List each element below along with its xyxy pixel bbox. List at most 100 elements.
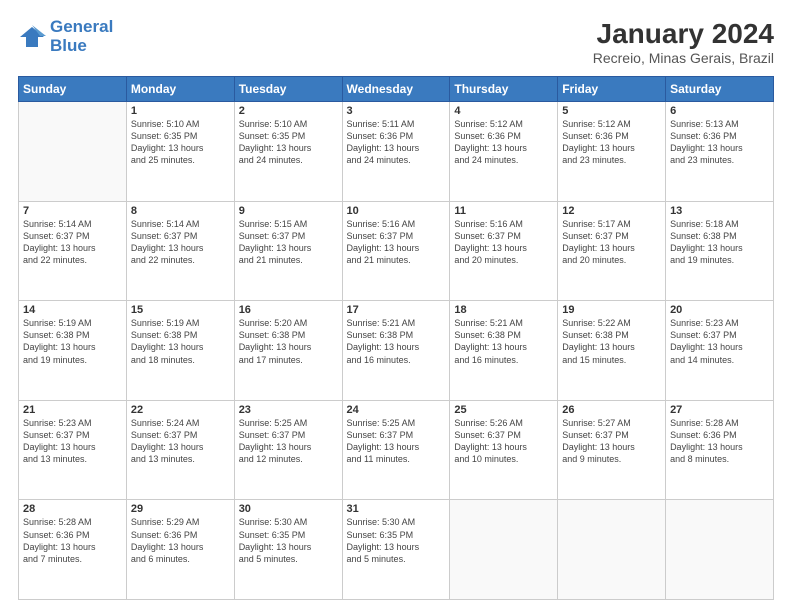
calendar-cell: 31Sunrise: 5:30 AM Sunset: 6:35 PM Dayli… xyxy=(342,500,450,600)
day-number: 22 xyxy=(131,404,230,416)
calendar-cell: 23Sunrise: 5:25 AM Sunset: 6:37 PM Dayli… xyxy=(234,400,342,500)
day-info: Sunrise: 5:10 AM Sunset: 6:35 PM Dayligh… xyxy=(239,118,338,167)
day-number: 12 xyxy=(562,205,661,217)
day-number: 1 xyxy=(131,105,230,117)
calendar-week-row: 28Sunrise: 5:28 AM Sunset: 6:36 PM Dayli… xyxy=(19,500,774,600)
calendar-cell: 16Sunrise: 5:20 AM Sunset: 6:38 PM Dayli… xyxy=(234,301,342,401)
day-info: Sunrise: 5:22 AM Sunset: 6:38 PM Dayligh… xyxy=(562,317,661,366)
day-info: Sunrise: 5:30 AM Sunset: 6:35 PM Dayligh… xyxy=(239,516,338,565)
day-info: Sunrise: 5:17 AM Sunset: 6:37 PM Dayligh… xyxy=(562,218,661,267)
calendar-week-row: 7Sunrise: 5:14 AM Sunset: 6:37 PM Daylig… xyxy=(19,201,774,301)
col-sunday: Sunday xyxy=(19,77,127,102)
calendar-cell: 25Sunrise: 5:26 AM Sunset: 6:37 PM Dayli… xyxy=(450,400,558,500)
calendar-cell: 19Sunrise: 5:22 AM Sunset: 6:38 PM Dayli… xyxy=(558,301,666,401)
day-number: 18 xyxy=(454,304,553,316)
day-info: Sunrise: 5:16 AM Sunset: 6:37 PM Dayligh… xyxy=(454,218,553,267)
col-monday: Monday xyxy=(126,77,234,102)
day-number: 24 xyxy=(347,404,446,416)
calendar-cell: 3Sunrise: 5:11 AM Sunset: 6:36 PM Daylig… xyxy=(342,102,450,202)
day-number: 4 xyxy=(454,105,553,117)
calendar-cell: 8Sunrise: 5:14 AM Sunset: 6:37 PM Daylig… xyxy=(126,201,234,301)
day-info: Sunrise: 5:24 AM Sunset: 6:37 PM Dayligh… xyxy=(131,417,230,466)
day-info: Sunrise: 5:19 AM Sunset: 6:38 PM Dayligh… xyxy=(131,317,230,366)
calendar-cell: 24Sunrise: 5:25 AM Sunset: 6:37 PM Dayli… xyxy=(342,400,450,500)
day-info: Sunrise: 5:23 AM Sunset: 6:37 PM Dayligh… xyxy=(670,317,769,366)
day-info: Sunrise: 5:18 AM Sunset: 6:38 PM Dayligh… xyxy=(670,218,769,267)
day-number: 30 xyxy=(239,503,338,515)
day-info: Sunrise: 5:30 AM Sunset: 6:35 PM Dayligh… xyxy=(347,516,446,565)
day-info: Sunrise: 5:29 AM Sunset: 6:36 PM Dayligh… xyxy=(131,516,230,565)
day-info: Sunrise: 5:13 AM Sunset: 6:36 PM Dayligh… xyxy=(670,118,769,167)
day-number: 27 xyxy=(670,404,769,416)
day-number: 8 xyxy=(131,205,230,217)
day-number: 6 xyxy=(670,105,769,117)
day-info: Sunrise: 5:21 AM Sunset: 6:38 PM Dayligh… xyxy=(454,317,553,366)
day-number: 23 xyxy=(239,404,338,416)
calendar-cell: 13Sunrise: 5:18 AM Sunset: 6:38 PM Dayli… xyxy=(666,201,774,301)
day-number: 7 xyxy=(23,205,122,217)
day-number: 21 xyxy=(23,404,122,416)
day-info: Sunrise: 5:19 AM Sunset: 6:38 PM Dayligh… xyxy=(23,317,122,366)
calendar-cell: 18Sunrise: 5:21 AM Sunset: 6:38 PM Dayli… xyxy=(450,301,558,401)
day-info: Sunrise: 5:25 AM Sunset: 6:37 PM Dayligh… xyxy=(347,417,446,466)
day-info: Sunrise: 5:14 AM Sunset: 6:37 PM Dayligh… xyxy=(23,218,122,267)
calendar-week-row: 14Sunrise: 5:19 AM Sunset: 6:38 PM Dayli… xyxy=(19,301,774,401)
day-number: 19 xyxy=(562,304,661,316)
day-number: 2 xyxy=(239,105,338,117)
col-thursday: Thursday xyxy=(450,77,558,102)
day-number: 11 xyxy=(454,205,553,217)
day-info: Sunrise: 5:21 AM Sunset: 6:38 PM Dayligh… xyxy=(347,317,446,366)
day-info: Sunrise: 5:26 AM Sunset: 6:37 PM Dayligh… xyxy=(454,417,553,466)
logo-text: General Blue xyxy=(50,18,113,55)
col-friday: Friday xyxy=(558,77,666,102)
calendar-cell xyxy=(558,500,666,600)
day-number: 3 xyxy=(347,105,446,117)
day-info: Sunrise: 5:15 AM Sunset: 6:37 PM Dayligh… xyxy=(239,218,338,267)
day-number: 5 xyxy=(562,105,661,117)
calendar-cell: 28Sunrise: 5:28 AM Sunset: 6:36 PM Dayli… xyxy=(19,500,127,600)
calendar-cell: 10Sunrise: 5:16 AM Sunset: 6:37 PM Dayli… xyxy=(342,201,450,301)
calendar-cell: 22Sunrise: 5:24 AM Sunset: 6:37 PM Dayli… xyxy=(126,400,234,500)
calendar-cell: 5Sunrise: 5:12 AM Sunset: 6:36 PM Daylig… xyxy=(558,102,666,202)
day-number: 17 xyxy=(347,304,446,316)
calendar-cell: 29Sunrise: 5:29 AM Sunset: 6:36 PM Dayli… xyxy=(126,500,234,600)
logo: General Blue xyxy=(18,18,113,55)
day-info: Sunrise: 5:12 AM Sunset: 6:36 PM Dayligh… xyxy=(562,118,661,167)
calendar-cell xyxy=(19,102,127,202)
calendar-cell: 7Sunrise: 5:14 AM Sunset: 6:37 PM Daylig… xyxy=(19,201,127,301)
calendar-cell: 17Sunrise: 5:21 AM Sunset: 6:38 PM Dayli… xyxy=(342,301,450,401)
day-info: Sunrise: 5:27 AM Sunset: 6:37 PM Dayligh… xyxy=(562,417,661,466)
day-number: 15 xyxy=(131,304,230,316)
day-info: Sunrise: 5:28 AM Sunset: 6:36 PM Dayligh… xyxy=(23,516,122,565)
day-info: Sunrise: 5:16 AM Sunset: 6:37 PM Dayligh… xyxy=(347,218,446,267)
col-saturday: Saturday xyxy=(666,77,774,102)
calendar-cell: 26Sunrise: 5:27 AM Sunset: 6:37 PM Dayli… xyxy=(558,400,666,500)
day-number: 9 xyxy=(239,205,338,217)
calendar-cell: 4Sunrise: 5:12 AM Sunset: 6:36 PM Daylig… xyxy=(450,102,558,202)
calendar-cell: 9Sunrise: 5:15 AM Sunset: 6:37 PM Daylig… xyxy=(234,201,342,301)
day-number: 29 xyxy=(131,503,230,515)
calendar-cell: 2Sunrise: 5:10 AM Sunset: 6:35 PM Daylig… xyxy=(234,102,342,202)
calendar-cell: 30Sunrise: 5:30 AM Sunset: 6:35 PM Dayli… xyxy=(234,500,342,600)
day-info: Sunrise: 5:14 AM Sunset: 6:37 PM Dayligh… xyxy=(131,218,230,267)
day-info: Sunrise: 5:23 AM Sunset: 6:37 PM Dayligh… xyxy=(23,417,122,466)
title-block: January 2024 Recreio, Minas Gerais, Braz… xyxy=(593,18,774,66)
day-number: 20 xyxy=(670,304,769,316)
calendar-cell: 12Sunrise: 5:17 AM Sunset: 6:37 PM Dayli… xyxy=(558,201,666,301)
day-number: 13 xyxy=(670,205,769,217)
calendar-cell: 1Sunrise: 5:10 AM Sunset: 6:35 PM Daylig… xyxy=(126,102,234,202)
logo-icon xyxy=(18,23,46,51)
day-info: Sunrise: 5:25 AM Sunset: 6:37 PM Dayligh… xyxy=(239,417,338,466)
calendar-cell: 21Sunrise: 5:23 AM Sunset: 6:37 PM Dayli… xyxy=(19,400,127,500)
day-number: 28 xyxy=(23,503,122,515)
day-number: 25 xyxy=(454,404,553,416)
day-info: Sunrise: 5:12 AM Sunset: 6:36 PM Dayligh… xyxy=(454,118,553,167)
day-number: 26 xyxy=(562,404,661,416)
day-number: 14 xyxy=(23,304,122,316)
calendar-subtitle: Recreio, Minas Gerais, Brazil xyxy=(593,50,774,66)
day-number: 10 xyxy=(347,205,446,217)
calendar-cell: 11Sunrise: 5:16 AM Sunset: 6:37 PM Dayli… xyxy=(450,201,558,301)
calendar-title: January 2024 xyxy=(593,18,774,50)
calendar-cell xyxy=(666,500,774,600)
day-info: Sunrise: 5:10 AM Sunset: 6:35 PM Dayligh… xyxy=(131,118,230,167)
